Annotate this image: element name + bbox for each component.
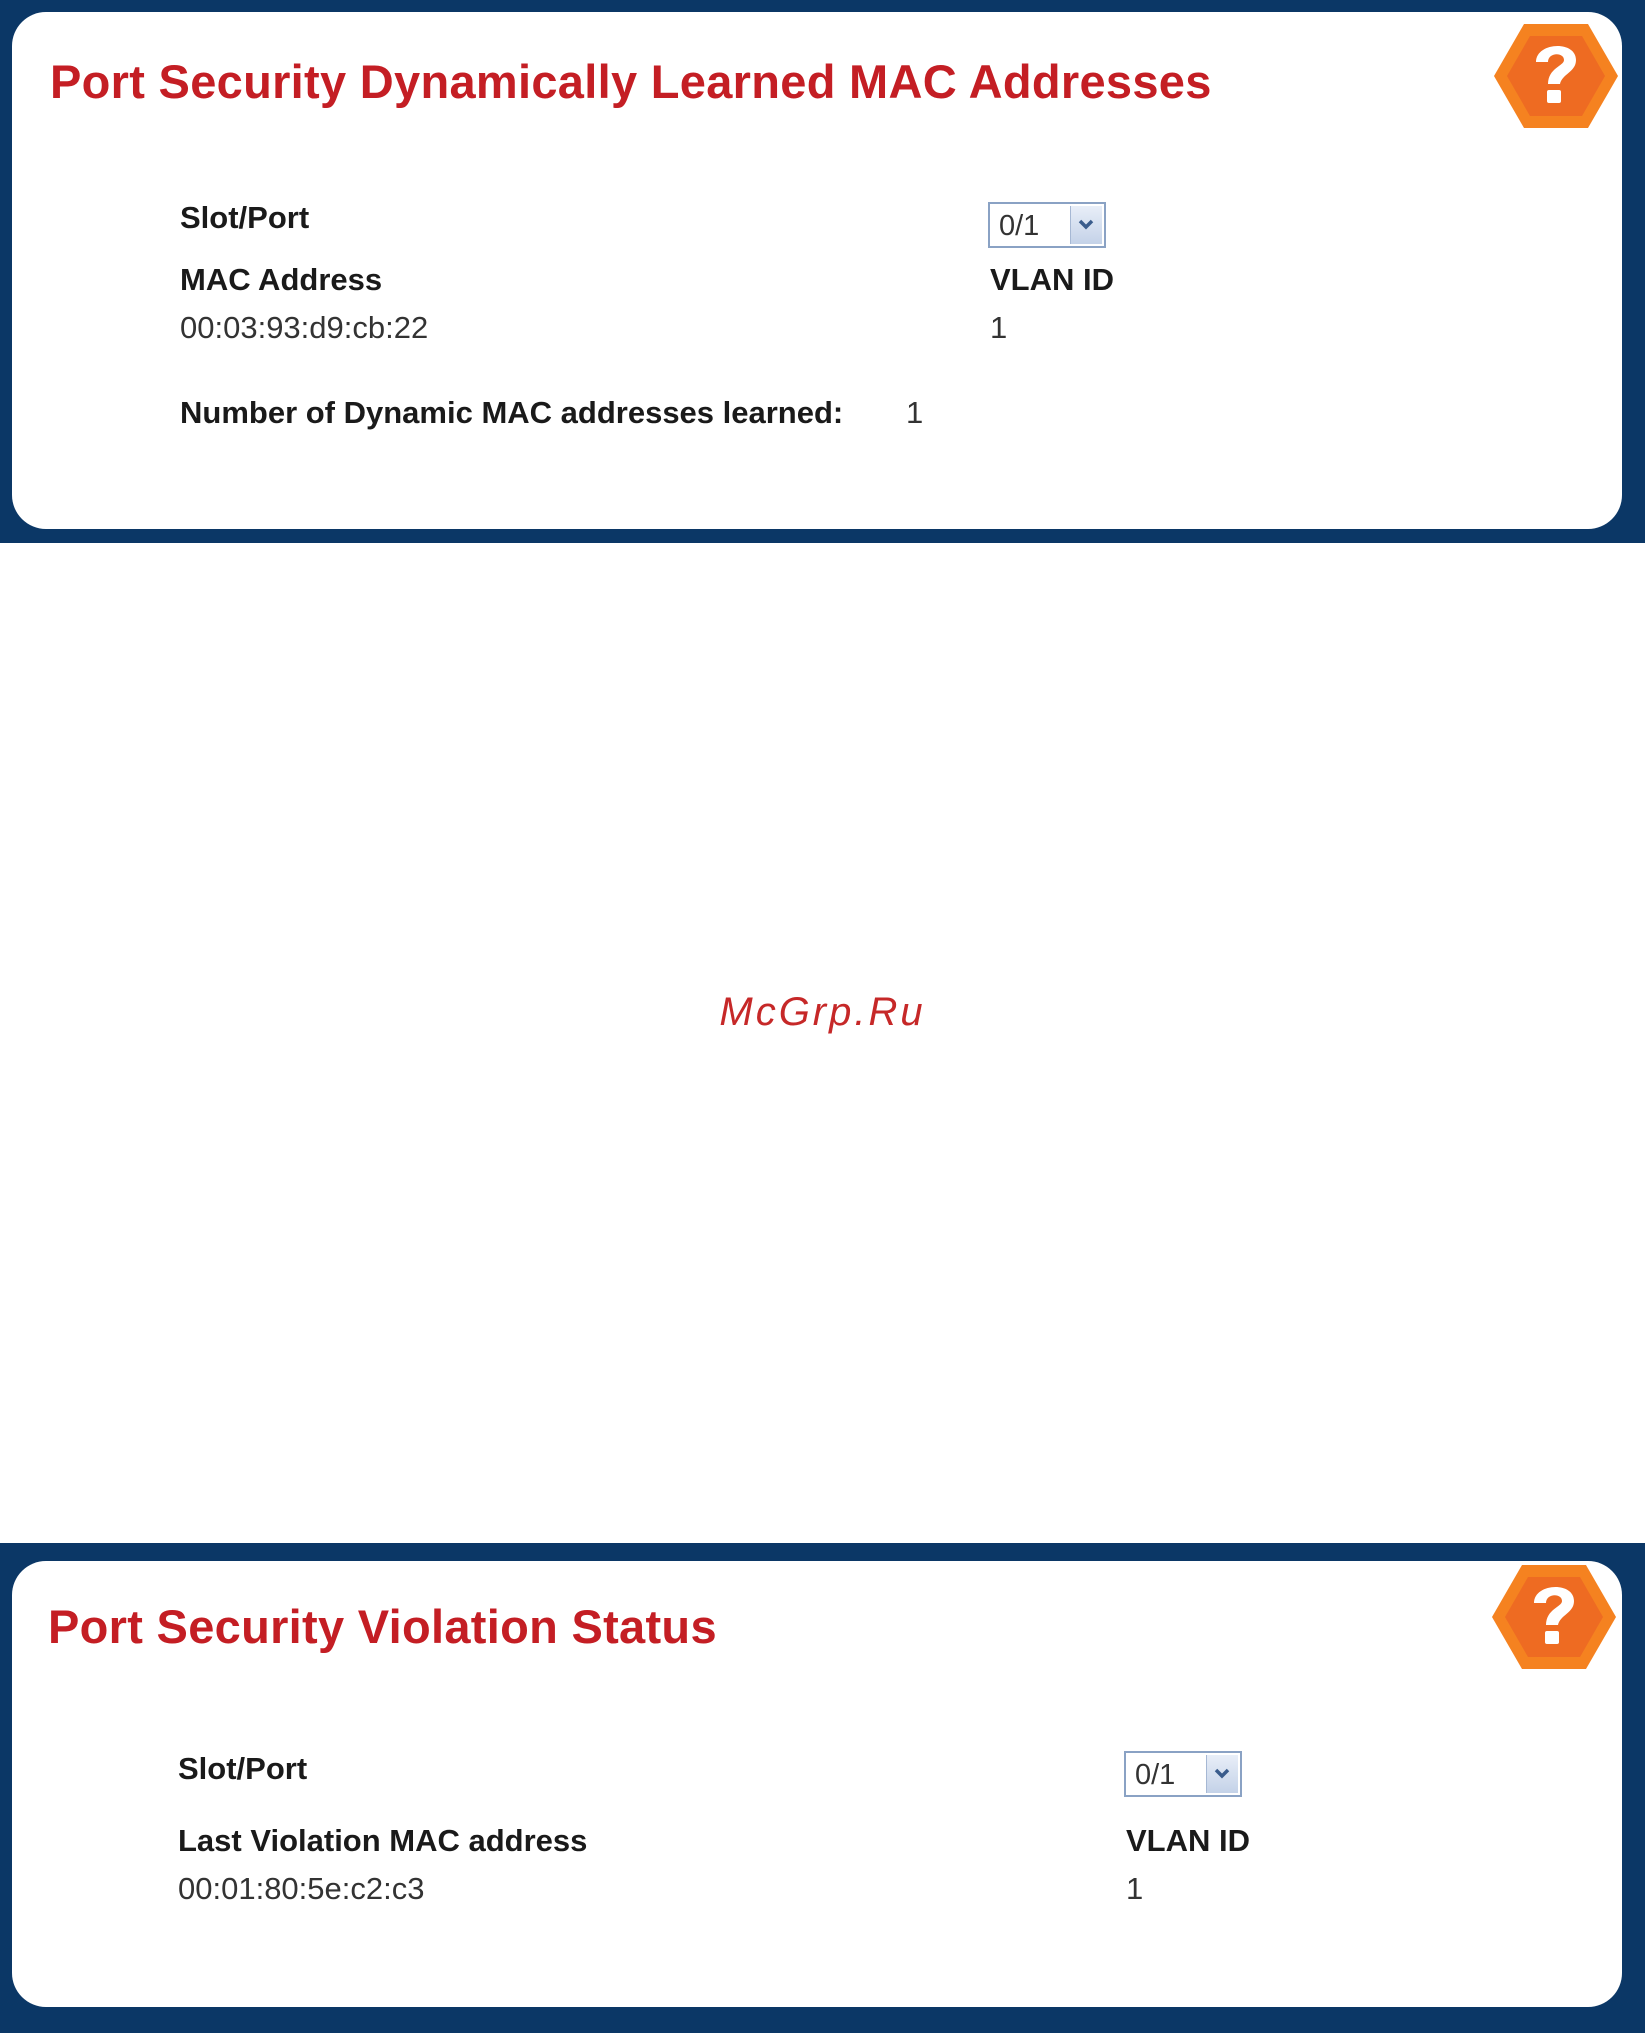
slot-port-select[interactable]: 0/1 <box>988 202 1106 248</box>
mac-address-value: 00:03:93:d9:cb:22 <box>180 310 429 345</box>
violation-status-panel: Port Security Violation Status Slot/Port… <box>12 1561 1622 2007</box>
vlan-id-value: 1 <box>990 310 1008 345</box>
vlan-id-value: 1 <box>1126 1871 1144 1906</box>
slot-port-selected-value: 0/1 <box>999 210 1040 242</box>
slot-port-selected-value: 0/1 <box>1135 1759 1176 1791</box>
help-icon[interactable] <box>1490 1561 1618 1673</box>
page-title: Port Security Violation Status <box>48 1600 717 1653</box>
mac-address-header: MAC Address <box>180 262 383 297</box>
help-icon[interactable] <box>1492 20 1620 132</box>
slot-port-label: Slot/Port <box>180 200 310 235</box>
violation-status-frame: Port Security Violation Status Slot/Port… <box>0 1543 1645 2033</box>
vlan-id-header: VLAN ID <box>990 262 1114 297</box>
chevron-down-icon <box>1078 219 1094 230</box>
vlan-id-header: VLAN ID <box>1126 1823 1250 1858</box>
slot-port-select[interactable]: 0/1 <box>1124 1751 1242 1797</box>
last-violation-mac-header: Last Violation MAC address <box>178 1823 588 1858</box>
slot-port-label: Slot/Port <box>178 1751 308 1786</box>
last-violation-mac-value: 00:01:80:5e:c2:c3 <box>178 1871 425 1906</box>
select-dropdown-button[interactable] <box>1206 1755 1238 1793</box>
mac-addresses-frame: Port Security Dynamically Learned MAC Ad… <box>0 0 1645 543</box>
mac-addresses-panel: Port Security Dynamically Learned MAC Ad… <box>12 12 1622 529</box>
chevron-down-icon <box>1214 1768 1230 1779</box>
select-dropdown-button[interactable] <box>1070 206 1102 244</box>
watermark: McGrp.Ru <box>719 990 926 1034</box>
dynamic-mac-count-label: Number of Dynamic MAC addresses learned: <box>180 395 844 430</box>
dynamic-mac-count-value: 1 <box>906 395 924 430</box>
page-title: Port Security Dynamically Learned MAC Ad… <box>50 55 1212 108</box>
